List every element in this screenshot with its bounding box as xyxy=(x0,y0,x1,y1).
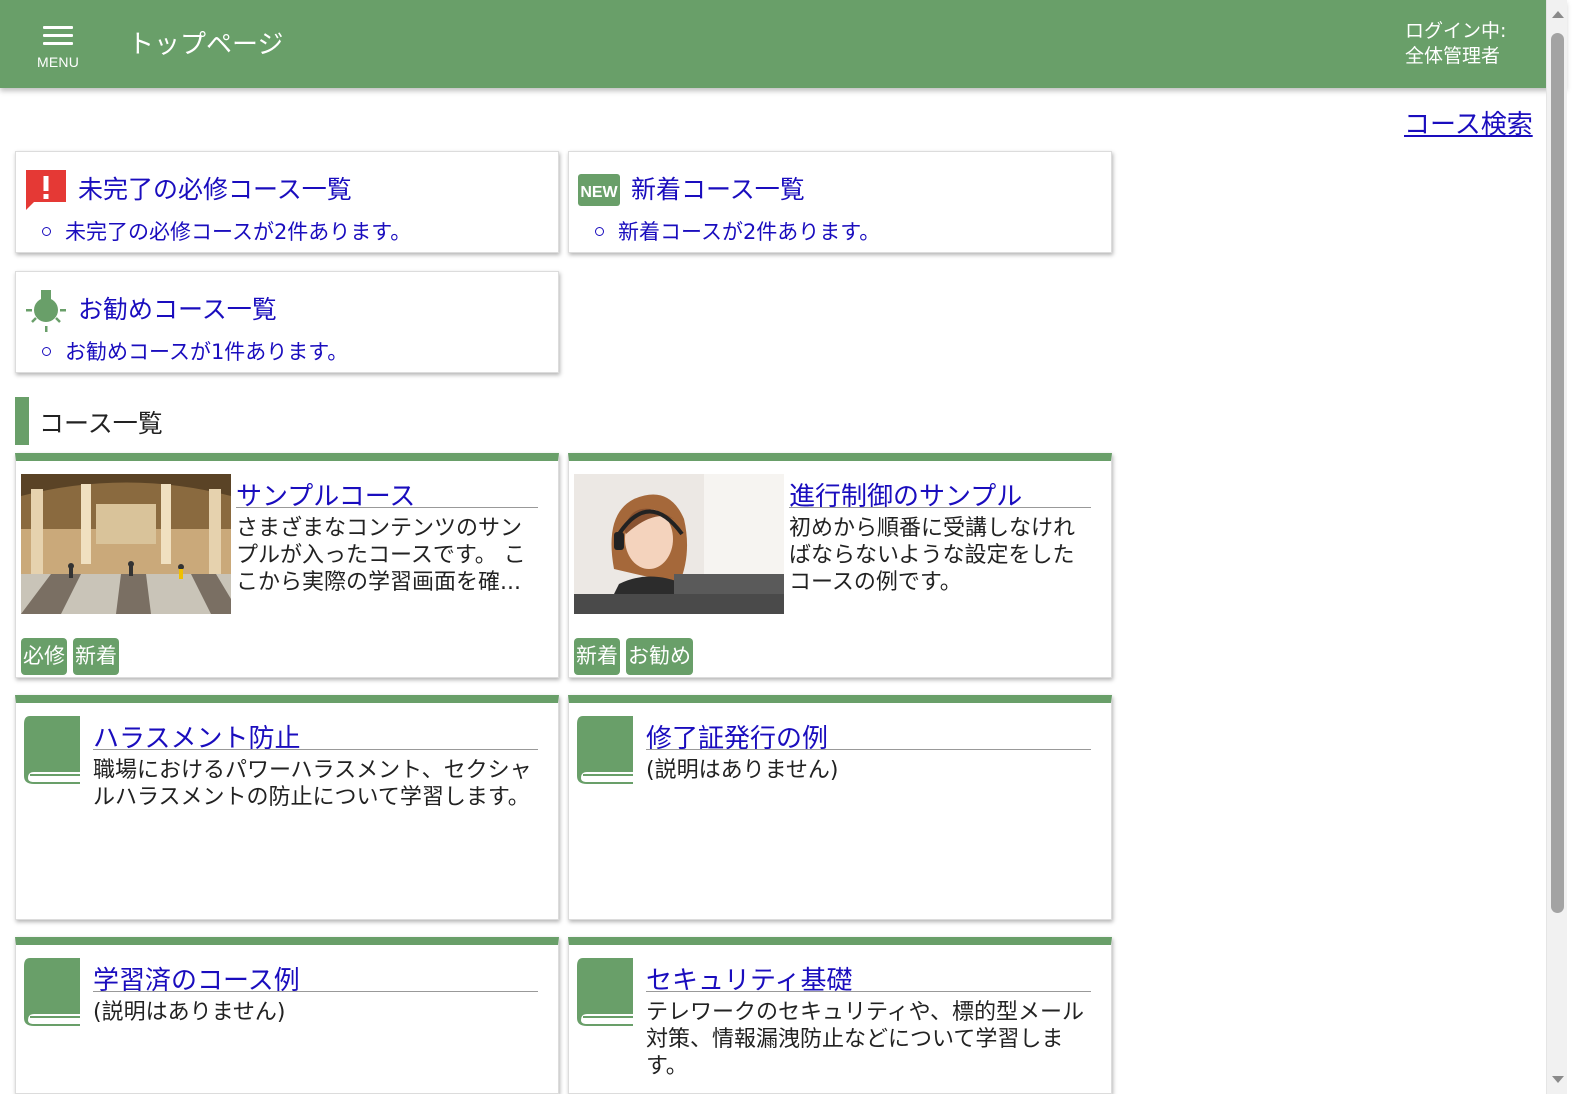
title-divider xyxy=(789,507,1091,508)
course-card[interactable]: 進行制御のサンプル 初めから順番に受講しなければならないような設定をしたコースの… xyxy=(568,453,1112,678)
bullet-circle-icon xyxy=(42,226,51,236)
course-thumbnail-station-photo xyxy=(21,474,231,614)
course-card[interactable]: サンプルコース さまざまなコンテンツのサンプルが入ったコースです。 ここから実際… xyxy=(15,453,559,678)
course-card[interactable]: ハラスメント防止 職場におけるパワーハラスメント、セクシャルハラスメントの防止に… xyxy=(15,695,559,920)
vertical-scrollbar[interactable] xyxy=(1546,0,1567,1094)
title-divider xyxy=(646,991,1091,992)
bullet-circle-icon xyxy=(595,226,604,236)
tag-recommended: お勧め xyxy=(626,638,693,675)
menu-label: MENU xyxy=(36,54,80,70)
summary-required-incomplete: 未完了の必修コース一覧 未完了の必修コースが2件あります。 xyxy=(15,151,559,253)
book-icon xyxy=(577,958,633,1026)
section-accent-bar xyxy=(15,397,29,445)
summary-item[interactable]: 新着コースが2件あります。 xyxy=(595,216,880,246)
top-bar: MENU トップページ ログイン中: 全体管理者 xyxy=(0,0,1566,88)
course-description: (説明はありません) xyxy=(93,1000,286,1025)
hamburger-icon xyxy=(43,26,73,48)
course-description: さまざまなコンテンツのサンプルが入ったコースです。 ここから実際の学習画面を確.… xyxy=(236,516,526,595)
book-icon xyxy=(24,716,80,784)
scroll-thumb[interactable] xyxy=(1551,33,1564,913)
book-icon xyxy=(577,716,633,784)
scroll-down-arrow-icon[interactable] xyxy=(1552,1076,1564,1083)
summary-title[interactable]: 未完了の必修コース一覧 xyxy=(78,170,352,206)
login-status: ログイン中: 全体管理者 xyxy=(1405,19,1506,69)
bullet-circle-icon xyxy=(42,346,51,356)
page-title: トップページ xyxy=(128,30,284,60)
svg-text:NEW: NEW xyxy=(580,184,618,201)
summary-title[interactable]: 新着コース一覧 xyxy=(631,170,805,206)
course-thumbnail-operator-photo xyxy=(574,474,784,614)
summary-recommended: お勧めコース一覧 お勧めコースが1件あります。 xyxy=(15,271,559,373)
summary-item[interactable]: お勧めコースが1件あります。 xyxy=(42,336,348,366)
title-divider xyxy=(646,749,1091,750)
tag-required: 必修 xyxy=(21,638,67,675)
course-description: 初めから順番に受講しなければならないような設定をしたコースの例です。 xyxy=(789,516,1076,595)
course-search-link[interactable]: コース検索 xyxy=(1404,104,1533,141)
menu-button[interactable]: MENU xyxy=(30,24,86,74)
title-divider xyxy=(93,991,538,992)
summary-item[interactable]: 未完了の必修コースが2件あります。 xyxy=(42,216,411,246)
course-tags: 新着 お勧め xyxy=(574,638,699,675)
login-label: ログイン中: xyxy=(1405,20,1507,42)
course-description: 職場におけるパワーハラスメント、セクシャルハラスメントの防止について学習します。 xyxy=(93,758,532,810)
summary-title[interactable]: お勧めコース一覧 xyxy=(78,290,277,326)
book-icon xyxy=(24,958,80,1026)
new-badge-icon: NEW xyxy=(578,174,620,206)
tag-new: 新着 xyxy=(73,638,119,675)
login-user: 全体管理者 xyxy=(1405,45,1501,67)
course-card[interactable]: セキュリティ基礎 テレワークのセキュリティや、標的型メール対策、情報漏洩防止など… xyxy=(568,937,1112,1094)
course-card[interactable]: 修了証発行の例 (説明はありません) xyxy=(568,695,1112,920)
summary-new-courses: NEW 新着コース一覧 新着コースが2件あります。 xyxy=(568,151,1112,253)
section-title: コース一覧 xyxy=(39,409,163,438)
lightbulb-icon xyxy=(26,290,66,332)
course-description: テレワークのセキュリティや、標的型メール対策、情報漏洩防止などについて学習します… xyxy=(646,1000,1085,1079)
course-tags: 必修 新着 xyxy=(21,638,125,675)
tag-new: 新着 xyxy=(574,638,620,675)
course-card[interactable]: 学習済のコース例 (説明はありません) xyxy=(15,937,559,1094)
course-description: (説明はありません) xyxy=(646,758,839,783)
title-divider xyxy=(236,507,538,508)
title-divider xyxy=(93,749,538,750)
alert-icon xyxy=(26,170,66,210)
scroll-up-arrow-icon[interactable] xyxy=(1552,11,1564,18)
